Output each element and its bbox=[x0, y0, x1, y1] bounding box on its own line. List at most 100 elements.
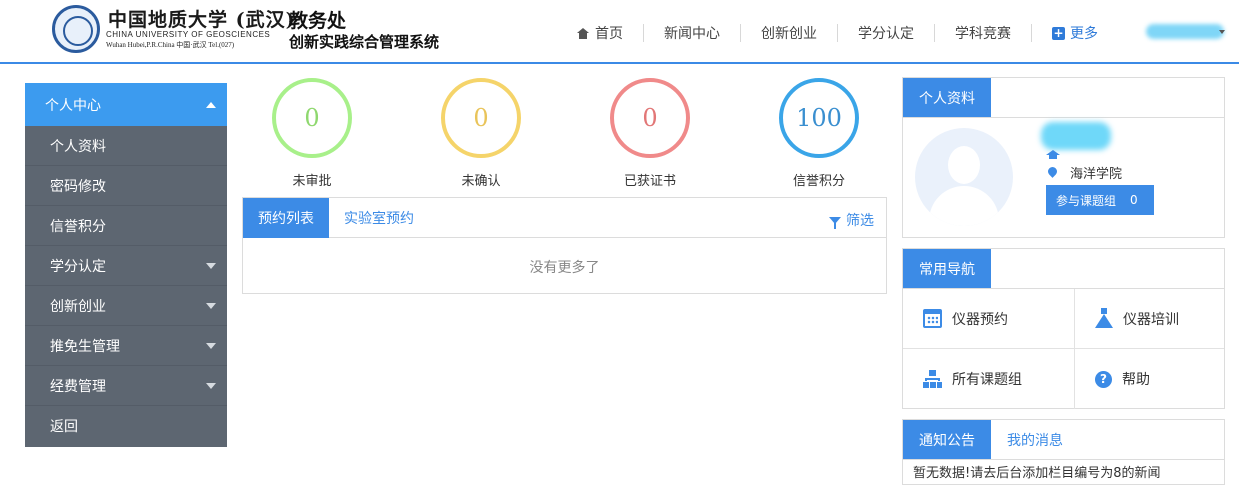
sitemap-icon bbox=[923, 369, 942, 389]
avatar-body-shape bbox=[929, 186, 999, 226]
caret-up-icon bbox=[206, 102, 216, 108]
filter-button[interactable]: 筛选 bbox=[829, 210, 874, 230]
avatar bbox=[915, 128, 1013, 226]
stat-ring: 100 bbox=[779, 78, 859, 158]
user-menu[interactable] bbox=[1146, 24, 1224, 39]
sidebar: 个人中心 个人资料 密码修改 信誉积分 学分认定 创新创业 推免生管理 经费管理… bbox=[25, 83, 227, 447]
profile-panel-head: 个人资料 bbox=[903, 78, 1224, 118]
sidebar-item-back[interactable]: 返回 bbox=[25, 406, 227, 446]
nav-innovation[interactable]: 创新创业 bbox=[740, 24, 837, 42]
header: 中国地质大学 (武汉) CHINA UNIVERSITY OF GEOSCIEN… bbox=[0, 0, 1239, 64]
stat-ring: 0 bbox=[272, 78, 352, 158]
stat-certificates[interactable]: 0 已获证书 bbox=[605, 78, 695, 189]
sidebar-item-recommend[interactable]: 推免生管理 bbox=[25, 326, 227, 366]
research-group-label: 参与课题组 bbox=[1056, 193, 1117, 208]
empty-message: 没有更多了 bbox=[529, 260, 600, 276]
sidebar-item-funding[interactable]: 经费管理 bbox=[25, 366, 227, 406]
nav-home-label: 首页 bbox=[595, 26, 623, 42]
appointment-tabs: 预约列表 实验室预约 筛选 bbox=[243, 197, 886, 238]
caret-down-icon bbox=[206, 343, 216, 349]
notice-panel-head: 通知公告 我的消息 bbox=[903, 420, 1224, 460]
question-circle-icon: ? bbox=[1095, 370, 1112, 388]
college-name: 海洋学院 bbox=[1070, 167, 1123, 182]
sidebar-item-label: 个人资料 bbox=[50, 138, 106, 155]
tab-lab-appointment[interactable]: 实验室预约 bbox=[329, 208, 429, 228]
sidebar-item-label: 推免生管理 bbox=[50, 338, 120, 355]
profile-title[interactable]: 个人资料 bbox=[903, 78, 991, 117]
quick-nav-label: 所有课题组 bbox=[952, 372, 1022, 388]
notice-empty-text: 暂无数据!请去后台添加栏目编号为8的新闻 bbox=[913, 466, 1161, 481]
caret-down-icon bbox=[1219, 30, 1225, 34]
stat-ring: 0 bbox=[610, 78, 690, 158]
nav-innovation-label: 创新创业 bbox=[761, 26, 817, 42]
sidebar-head-label: 个人中心 bbox=[45, 97, 101, 114]
caret-down-icon bbox=[206, 383, 216, 389]
sidebar-item-label: 经费管理 bbox=[50, 378, 106, 395]
caret-down-icon bbox=[206, 303, 216, 309]
avatar-head-shape bbox=[948, 146, 980, 184]
quick-nav-title[interactable]: 常用导航 bbox=[903, 249, 991, 288]
university-emblem-icon[interactable] bbox=[52, 5, 100, 53]
nav-credit[interactable]: 学分认定 bbox=[837, 24, 934, 42]
stat-credit-score[interactable]: 100 信誉积分 bbox=[774, 78, 864, 189]
sidebar-item-password[interactable]: 密码修改 bbox=[25, 166, 227, 206]
sidebar-item-credit-score[interactable]: 信誉积分 bbox=[25, 206, 227, 246]
stat-label: 未审批 bbox=[292, 174, 332, 189]
sidebar-item-profile[interactable]: 个人资料 bbox=[25, 126, 227, 166]
nav-competition[interactable]: 学科竞赛 bbox=[934, 24, 1031, 42]
nav-news[interactable]: 新闻中心 bbox=[643, 24, 740, 42]
university-name-cn: 中国地质大学 (武汉) bbox=[108, 9, 296, 31]
home-icon bbox=[577, 27, 589, 39]
stat-label: 未确认 bbox=[461, 174, 501, 189]
quick-nav-grid: 仪器预约 仪器培训 所有课题组 ? 帮助 bbox=[903, 289, 1224, 409]
appointment-panel: 预约列表 实验室预约 筛选 没有更多了 bbox=[242, 197, 887, 294]
sidebar-item-label: 密码修改 bbox=[50, 178, 106, 195]
tab-appointment-list[interactable]: 预约列表 bbox=[243, 197, 329, 238]
location-pin-icon bbox=[1046, 165, 1059, 178]
nav-more[interactable]: + 更多 bbox=[1031, 24, 1118, 42]
research-group-button[interactable]: 参与课题组 0 bbox=[1046, 185, 1154, 215]
stat-pending-approval[interactable]: 0 未审批 bbox=[267, 78, 357, 189]
filter-label: 筛选 bbox=[846, 213, 874, 229]
sidebar-item-credit[interactable]: 学分认定 bbox=[25, 246, 227, 286]
calendar-icon bbox=[923, 309, 942, 328]
sidebar-item-label: 学分认定 bbox=[50, 258, 106, 275]
quick-nav-panel: 常用导航 仪器预约 仪器培训 所有课题组 ? 帮助 bbox=[902, 248, 1225, 409]
graduation-cap-icon bbox=[1046, 150, 1060, 160]
caret-down-icon bbox=[206, 263, 216, 269]
quick-nav-label: 仪器培训 bbox=[1123, 311, 1179, 328]
stat-label: 已获证书 bbox=[623, 174, 676, 189]
filter-icon bbox=[829, 216, 841, 229]
quick-nav-label: 帮助 bbox=[1122, 372, 1150, 388]
tab-my-messages[interactable]: 我的消息 bbox=[991, 420, 1079, 459]
sidebar-item-innovation[interactable]: 创新创业 bbox=[25, 286, 227, 326]
nav-credit-label: 学分认定 bbox=[858, 26, 914, 42]
quick-nav-instrument-training[interactable]: 仪器培训 bbox=[1075, 289, 1224, 349]
sidebar-item-label: 信誉积分 bbox=[50, 218, 106, 235]
sidebar-item-label: 创新创业 bbox=[50, 298, 106, 315]
nav-home[interactable]: 首页 bbox=[565, 24, 643, 42]
office-title: 教务处 bbox=[289, 10, 347, 32]
university-address: Wuhan Hubei,P.R.China 中国·武汉 Tel.(027) bbox=[106, 41, 235, 49]
quick-nav-help[interactable]: ? 帮助 bbox=[1075, 349, 1224, 409]
user-name bbox=[1041, 122, 1111, 150]
top-nav: 首页 新闻中心 创新创业 学分认定 学科竞赛 + 更多 bbox=[565, 22, 1118, 44]
quick-nav-instrument-booking[interactable]: 仪器预约 bbox=[903, 289, 1075, 349]
nav-more-label: 更多 bbox=[1070, 26, 1098, 42]
tab-notice[interactable]: 通知公告 bbox=[903, 420, 991, 459]
stat-label: 信誉积分 bbox=[792, 174, 845, 189]
quick-nav-all-groups[interactable]: 所有课题组 bbox=[903, 349, 1075, 409]
notice-panel: 通知公告 我的消息 暂无数据!请去后台添加栏目编号为8的新闻 bbox=[902, 419, 1225, 485]
research-group-count: 0 bbox=[1130, 193, 1138, 207]
quick-nav-label: 仪器预约 bbox=[952, 311, 1008, 328]
plus-square-icon: + bbox=[1052, 25, 1065, 40]
stat-ring: 0 bbox=[441, 78, 521, 158]
quick-nav-head: 常用导航 bbox=[903, 249, 1224, 289]
stat-pending-confirm[interactable]: 0 未确认 bbox=[436, 78, 526, 189]
flask-icon bbox=[1095, 307, 1113, 328]
sidebar-head-personal-center[interactable]: 个人中心 bbox=[25, 83, 227, 126]
nav-competition-label: 学科竞赛 bbox=[955, 26, 1011, 42]
nav-news-label: 新闻中心 bbox=[664, 26, 720, 42]
profile-panel: 个人资料 海洋学院 参与课题组 0 bbox=[902, 77, 1225, 238]
sidebar-item-label: 返回 bbox=[50, 419, 78, 435]
